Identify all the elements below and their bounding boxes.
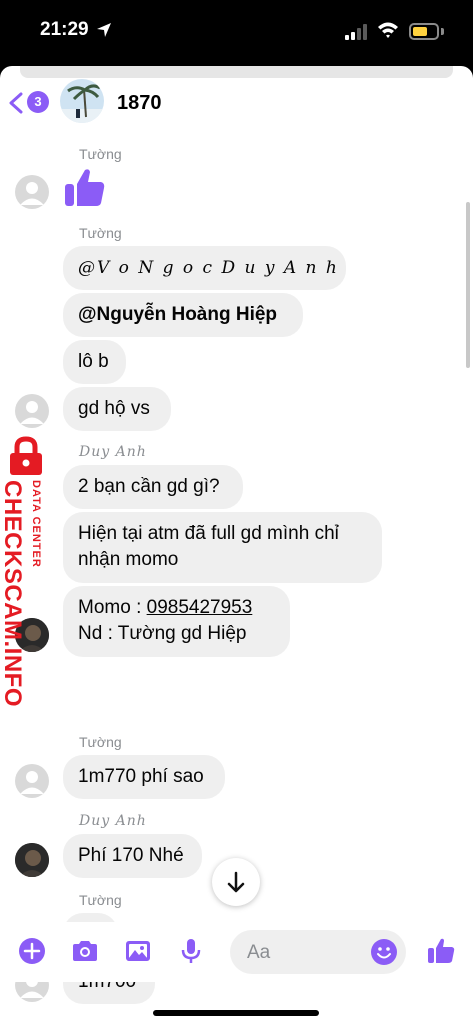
thumbs-up-icon[interactable]: [426, 936, 456, 966]
checkscam-watermark: CHECKSCAM.INFO DATA CENTER: [0, 436, 52, 707]
message-bubble[interactable]: 1m770 phí sao: [63, 755, 225, 799]
message-line: Hiện tại atm đã full gd mình chỉ: [78, 523, 339, 544]
message-line: Nd : Tường gd Hiệp: [78, 623, 247, 644]
scroll-to-bottom-button[interactable]: [212, 858, 260, 906]
user-avatar[interactable]: [15, 764, 49, 798]
battery-level: [413, 27, 427, 36]
message-input-placeholder: Aa: [247, 942, 271, 963]
default-avatar-icon: [20, 401, 44, 424]
message-input[interactable]: Aa: [230, 930, 406, 974]
default-avatar-icon: [20, 771, 44, 794]
watermark-brand: CHECKSCAM.INFO: [0, 480, 26, 707]
unread-badge: 3: [27, 91, 49, 113]
padlock-icon: [10, 436, 42, 475]
message-bubble[interactable]: Phí 170 Nhé: [63, 834, 202, 878]
message-line: nhận momo: [78, 549, 179, 570]
battery-icon: [409, 23, 439, 40]
scrollbar[interactable]: [466, 202, 470, 368]
sender-name: Tường: [79, 225, 122, 241]
emoji-icon[interactable]: [370, 938, 398, 966]
message-bubble[interactable]: @Nguyễn Hoàng Hiệp: [63, 293, 303, 337]
home-indicator: [153, 1010, 319, 1016]
user-avatar[interactable]: [15, 843, 49, 877]
status-bar: 21:29: [0, 0, 473, 62]
wifi-icon: [378, 22, 398, 38]
status-time: 21:29: [40, 19, 89, 40]
battery-tip: [441, 28, 444, 35]
user-avatar[interactable]: [15, 394, 49, 428]
photo-gallery-icon[interactable]: [123, 936, 153, 966]
message-bubble[interactable]: gd hộ vs: [63, 387, 171, 431]
sender-name: Tường: [79, 734, 122, 750]
palm-beach-photo: [60, 79, 104, 123]
arrow-down-icon: [227, 871, 245, 893]
group-avatar[interactable]: [60, 79, 104, 123]
composer-bar: Aa: [0, 922, 473, 982]
momo-label: Momo :: [78, 597, 147, 618]
camera-icon[interactable]: [70, 936, 100, 966]
phone-number-link[interactable]: 0985427953: [147, 597, 253, 618]
microphone-icon[interactable]: [176, 936, 206, 966]
sender-name: Duy Anh: [79, 813, 147, 829]
watermark-subtitle: DATA CENTER: [30, 480, 42, 568]
sender-name: Tường: [79, 892, 122, 908]
message-list[interactable]: Tường Tường @V o N g o c D u y A n h @Ng…: [0, 140, 473, 1004]
message-bubble[interactable]: Momo : 0985427953 Nd : Tường gd Hiệp: [63, 586, 290, 657]
profile-photo: [15, 843, 49, 877]
user-avatar[interactable]: [15, 175, 49, 209]
conversation-sheet: 3 1870 Tường Tường @V o N g o c D u y A …: [0, 66, 473, 1024]
message-bubble[interactable]: @V o N g o c D u y A n h: [63, 246, 346, 290]
plus-circle-icon[interactable]: [17, 936, 47, 966]
message-bubble[interactable]: Hiện tại atm đã full gd mình chỉ nhận mo…: [63, 512, 382, 583]
default-avatar-icon: [20, 182, 44, 205]
conversation-title[interactable]: 1870: [117, 92, 162, 115]
message-bubble[interactable]: lô b: [63, 340, 126, 384]
sender-name: Tường: [79, 146, 122, 162]
chevron-left-icon: [9, 92, 23, 114]
conversation-header: 3 1870: [0, 66, 473, 140]
message-bubble[interactable]: 2 bạn cần gd gì?: [63, 465, 243, 509]
thumbs-up-sticker-icon[interactable]: [63, 166, 107, 210]
cellular-signal-icon: [345, 24, 367, 40]
back-button[interactable]: 3: [8, 90, 54, 116]
location-arrow-icon: [97, 23, 111, 37]
sender-name: Duy Anh: [79, 444, 147, 460]
message-line: Momo : 0985427953: [78, 595, 275, 621]
